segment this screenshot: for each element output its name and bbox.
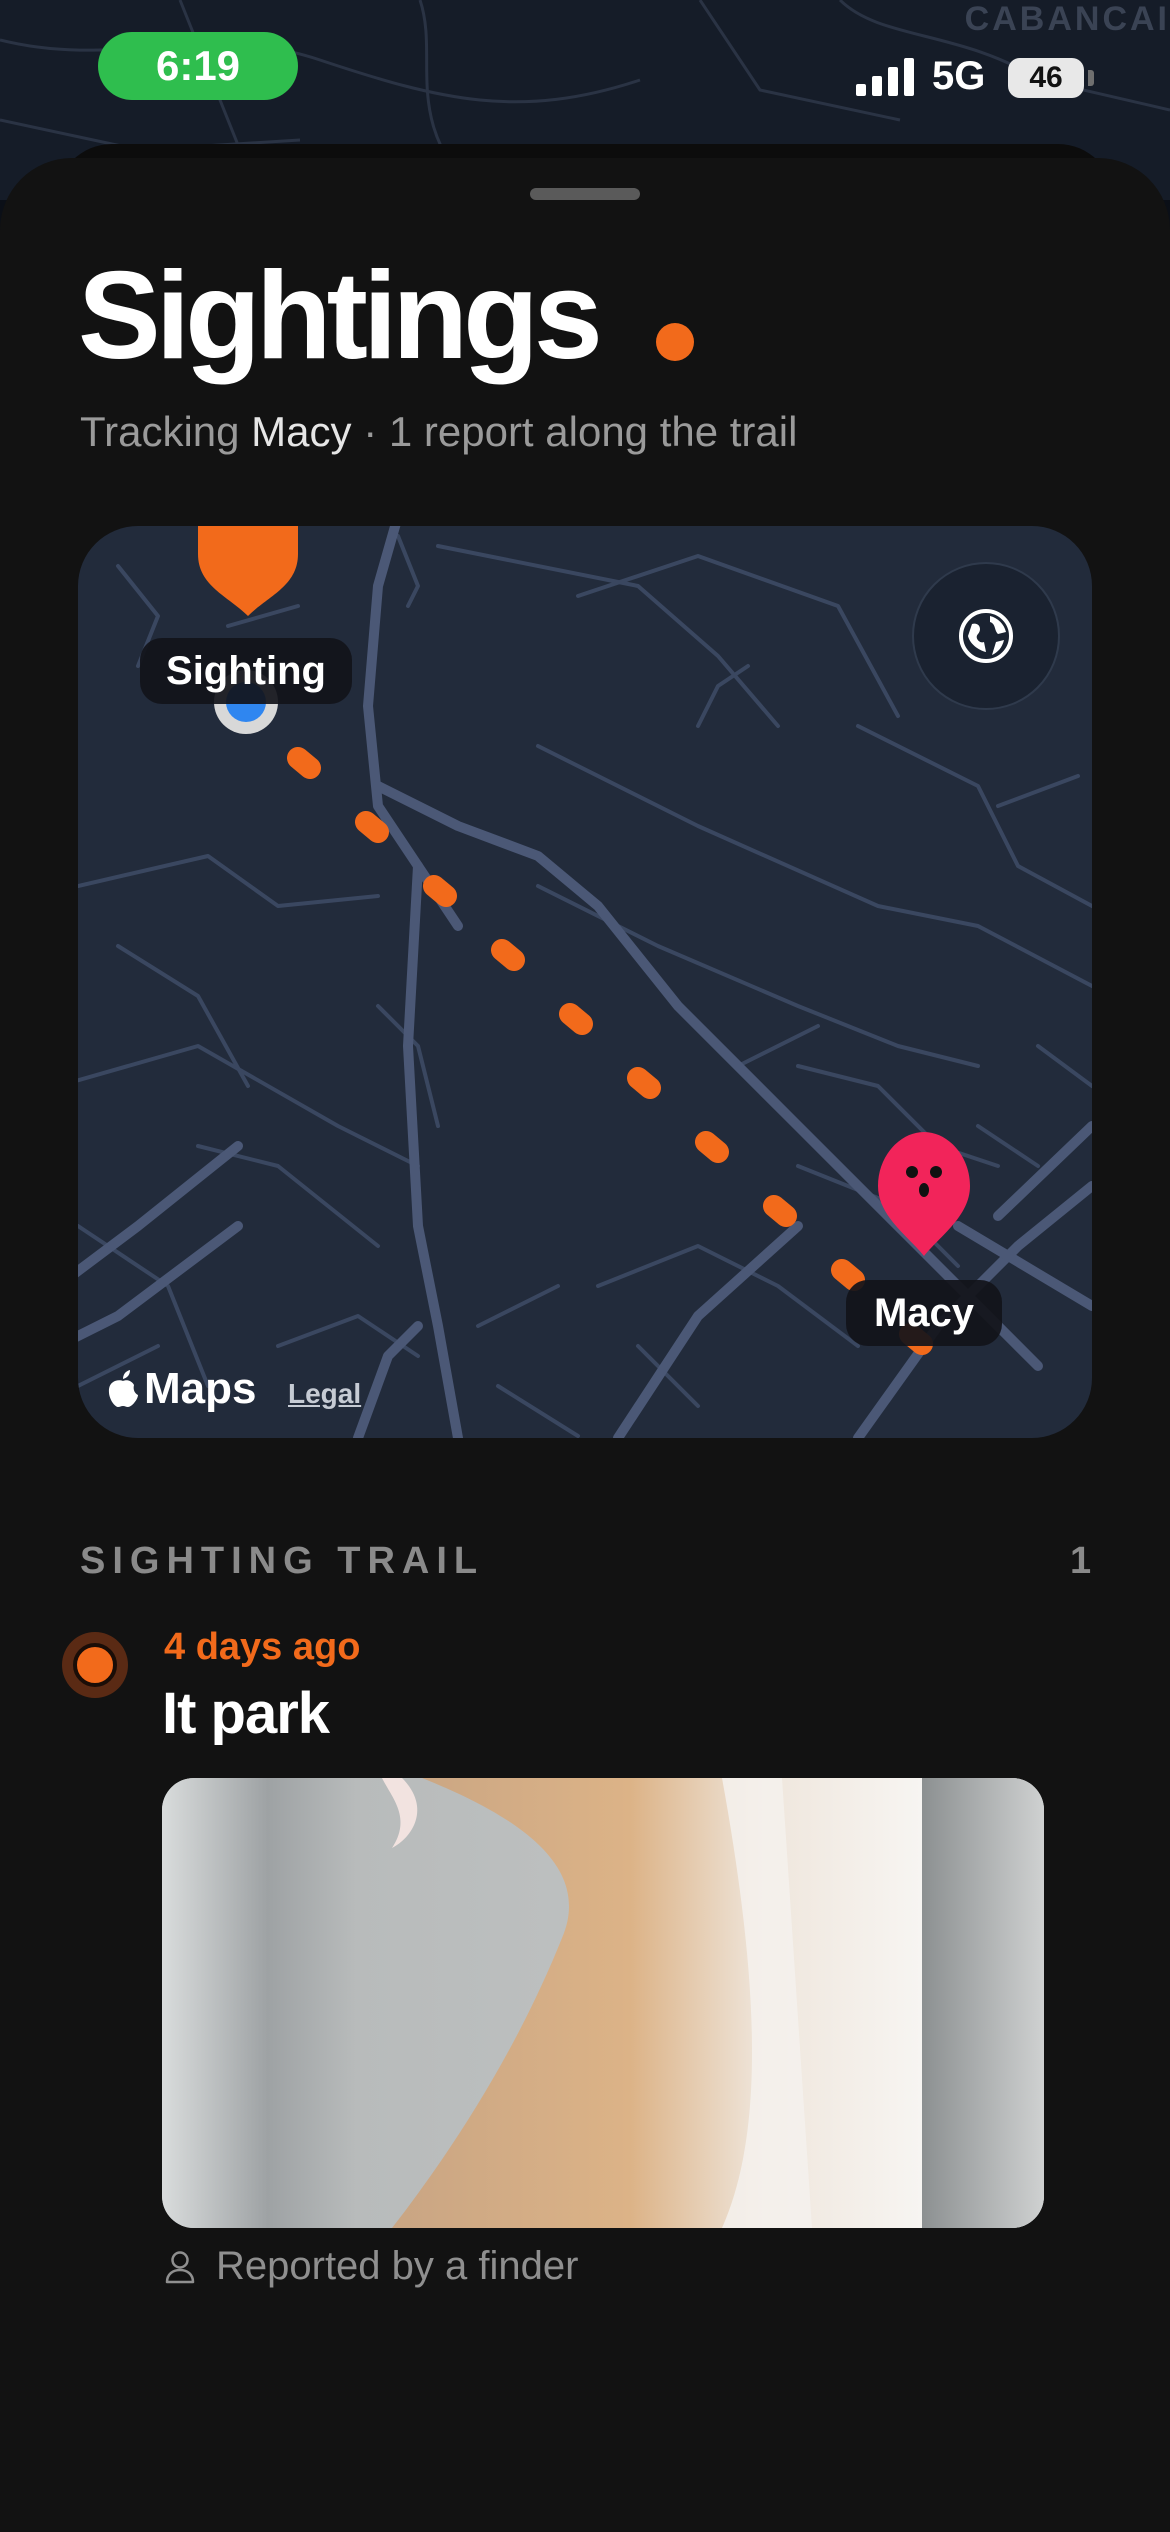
network-type: 5G xyxy=(932,54,986,98)
reporter-row: Reported by a finder xyxy=(164,2244,578,2289)
sighting-photo-image xyxy=(162,1778,1044,2228)
section-count: 1 xyxy=(1070,1540,1092,1582)
tracked-pet-name: Macy xyxy=(251,408,352,455)
sighting-time: 4 days ago xyxy=(164,1626,361,1668)
live-indicator-dot xyxy=(656,323,694,361)
battery-level: 46 xyxy=(1029,61,1063,94)
sighting-location: It park xyxy=(162,1681,330,1746)
sheet-grabber[interactable] xyxy=(530,188,640,200)
status-time[interactable]: 6:19 xyxy=(98,32,298,100)
globe-icon xyxy=(959,609,1013,663)
sightings-map[interactable]: Sighting Macy Maps Legal xyxy=(78,526,1092,1438)
sighting-photo[interactable] xyxy=(162,1778,1044,2228)
page-subtitle: Tracking Macy · 1 report along the trail xyxy=(80,408,797,456)
legal-link[interactable]: Legal xyxy=(288,1378,361,1410)
page-title: Sightings xyxy=(78,247,603,385)
section-title: SIGHTING TRAIL xyxy=(80,1540,485,1582)
apple-logo-icon xyxy=(108,1370,138,1407)
maps-attribution: Maps xyxy=(106,1364,256,1414)
map-style-button[interactable] xyxy=(912,562,1060,710)
reporter-text: Reported by a finder xyxy=(216,2244,579,2288)
battery-nub xyxy=(1088,70,1094,86)
sighting-pin-label[interactable]: Sighting xyxy=(140,638,352,704)
maps-wordmark: Maps xyxy=(144,1364,257,1413)
trail-marker-center xyxy=(73,1643,117,1687)
trail-marker-icon xyxy=(62,1632,128,1698)
battery-icon: 46 xyxy=(1008,58,1084,98)
pet-pin-icon xyxy=(878,1132,970,1256)
subtitle-suffix: · 1 report along the trail xyxy=(351,408,798,455)
pet-pin-label[interactable]: Macy xyxy=(846,1280,1002,1346)
status-bar: 6:19 5G 46 xyxy=(0,0,1170,140)
subtitle-prefix: Tracking xyxy=(80,408,252,455)
sighting-pin-icon xyxy=(198,526,298,616)
person-icon xyxy=(165,2250,195,2283)
cellular-signal-icon xyxy=(856,58,914,96)
